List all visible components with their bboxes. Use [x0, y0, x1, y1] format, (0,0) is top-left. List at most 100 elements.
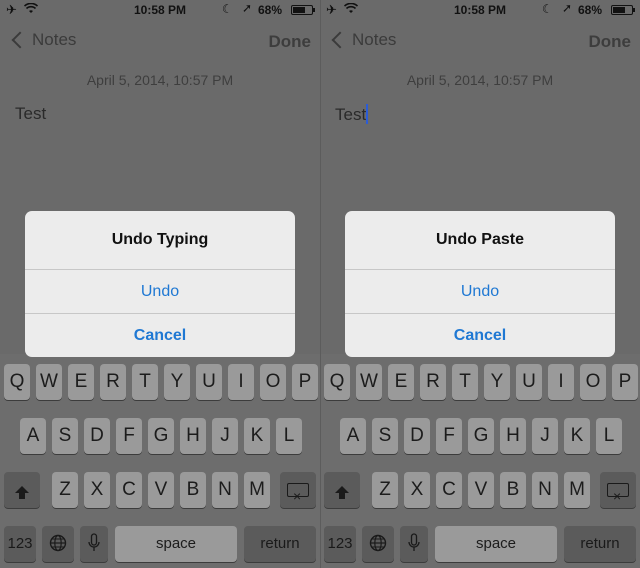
key-m[interactable]: M [564, 472, 590, 508]
key-c[interactable]: C [436, 472, 462, 508]
note-body[interactable]: Test [15, 104, 46, 124]
moon-icon: ☾ [222, 2, 233, 16]
delete-icon [607, 478, 629, 514]
key-a[interactable]: A [20, 418, 46, 454]
key-b[interactable]: B [500, 472, 526, 508]
key-v[interactable]: V [468, 472, 494, 508]
delete-icon [287, 478, 309, 514]
key-k[interactable]: K [564, 418, 590, 454]
key-v[interactable]: V [148, 472, 174, 508]
shift-key[interactable] [324, 472, 360, 508]
key-j[interactable]: J [532, 418, 558, 454]
return-key[interactable]: return [564, 526, 636, 562]
battery-percent: 68% [578, 3, 603, 17]
microphone-key[interactable] [80, 526, 108, 562]
location-arrow-icon: ➚ [562, 1, 573, 15]
note-text: Test [335, 105, 367, 124]
key-m[interactable]: M [244, 472, 270, 508]
key-c[interactable]: C [116, 472, 142, 508]
key-z[interactable]: Z [52, 472, 78, 508]
key-f[interactable]: F [436, 418, 462, 454]
key-x[interactable]: X [84, 472, 110, 508]
back-button-label: Notes [352, 30, 397, 49]
key-b[interactable]: B [180, 472, 206, 508]
done-button[interactable]: Done [269, 32, 312, 52]
key-t[interactable]: T [452, 364, 478, 400]
key-i[interactable]: I [548, 364, 574, 400]
key-n[interactable]: N [212, 472, 238, 508]
key-i[interactable]: I [228, 364, 254, 400]
space-key[interactable]: space [115, 526, 237, 562]
shift-key[interactable] [4, 472, 40, 508]
numbers-key[interactable]: 123 [324, 526, 356, 562]
key-y[interactable]: Y [164, 364, 190, 400]
globe-key[interactable] [362, 526, 394, 562]
key-k[interactable]: K [244, 418, 270, 454]
key-d[interactable]: D [84, 418, 110, 454]
done-button[interactable]: Done [589, 32, 632, 52]
key-j[interactable]: J [212, 418, 238, 454]
key-q[interactable]: Q [324, 364, 350, 400]
status-bar: ✈ 10:58 PM ☾ ➚ 68% [0, 0, 320, 20]
left-screenshot: ✈ 10:58 PM ☾ ➚ 68% Notes Done April 5, 2… [0, 0, 320, 568]
key-l[interactable]: L [596, 418, 622, 454]
key-a[interactable]: A [340, 418, 366, 454]
key-o[interactable]: O [580, 364, 606, 400]
space-key[interactable]: space [435, 526, 557, 562]
key-g[interactable]: G [468, 418, 494, 454]
microphone-icon [408, 533, 420, 551]
key-f[interactable]: F [116, 418, 142, 454]
key-w[interactable]: W [36, 364, 62, 400]
navigation-bar: Notes Done [0, 24, 320, 60]
navigation-bar: Notes Done [320, 24, 640, 60]
keyboard: Q W E R T Y U I O P A S D F G H J K L Z … [320, 354, 640, 568]
cancel-button[interactable]: Cancel [25, 313, 295, 357]
key-q[interactable]: Q [4, 364, 30, 400]
chevron-left-icon [11, 31, 29, 49]
key-s[interactable]: S [52, 418, 78, 454]
alert-title: Undo Typing [111, 231, 209, 248]
key-u[interactable]: U [516, 364, 542, 400]
delete-key[interactable] [600, 472, 636, 514]
globe-key[interactable] [42, 526, 74, 562]
cancel-button[interactable]: Cancel [345, 313, 615, 357]
undo-alert: Undo Typing Undo Cancel [25, 211, 295, 357]
key-s[interactable]: S [372, 418, 398, 454]
key-n[interactable]: N [532, 472, 558, 508]
key-h[interactable]: H [180, 418, 206, 454]
key-x[interactable]: X [404, 472, 430, 508]
return-key[interactable]: return [244, 526, 316, 562]
key-p[interactable]: P [612, 364, 638, 400]
text-cursor [366, 104, 369, 124]
key-r[interactable]: R [100, 364, 126, 400]
microphone-key[interactable] [400, 526, 428, 562]
status-bar: ✈ 10:58 PM ☾ ➚ 68% [320, 0, 640, 20]
battery-icon [611, 5, 635, 15]
battery-percent: 68% [258, 3, 283, 17]
location-arrow-icon: ➚ [242, 1, 253, 15]
back-button[interactable]: Notes [10, 30, 76, 50]
undo-button[interactable]: Undo [25, 269, 295, 313]
key-e[interactable]: E [68, 364, 94, 400]
key-d[interactable]: D [404, 418, 430, 454]
key-r[interactable]: R [420, 364, 446, 400]
microphone-icon [88, 533, 100, 551]
back-button[interactable]: Notes [330, 30, 396, 50]
note-body[interactable]: Test [335, 104, 369, 125]
key-g[interactable]: G [148, 418, 174, 454]
key-u[interactable]: U [196, 364, 222, 400]
shift-icon [335, 486, 349, 499]
key-p[interactable]: P [292, 364, 318, 400]
key-t[interactable]: T [132, 364, 158, 400]
delete-key[interactable] [280, 472, 316, 514]
undo-button[interactable]: Undo [345, 269, 615, 313]
note-date: April 5, 2014, 10:57 PM [406, 72, 554, 88]
key-w[interactable]: W [356, 364, 382, 400]
key-y[interactable]: Y [484, 364, 510, 400]
key-z[interactable]: Z [372, 472, 398, 508]
key-h[interactable]: H [500, 418, 526, 454]
numbers-key[interactable]: 123 [4, 526, 36, 562]
key-l[interactable]: L [276, 418, 302, 454]
key-o[interactable]: O [260, 364, 286, 400]
key-e[interactable]: E [388, 364, 414, 400]
